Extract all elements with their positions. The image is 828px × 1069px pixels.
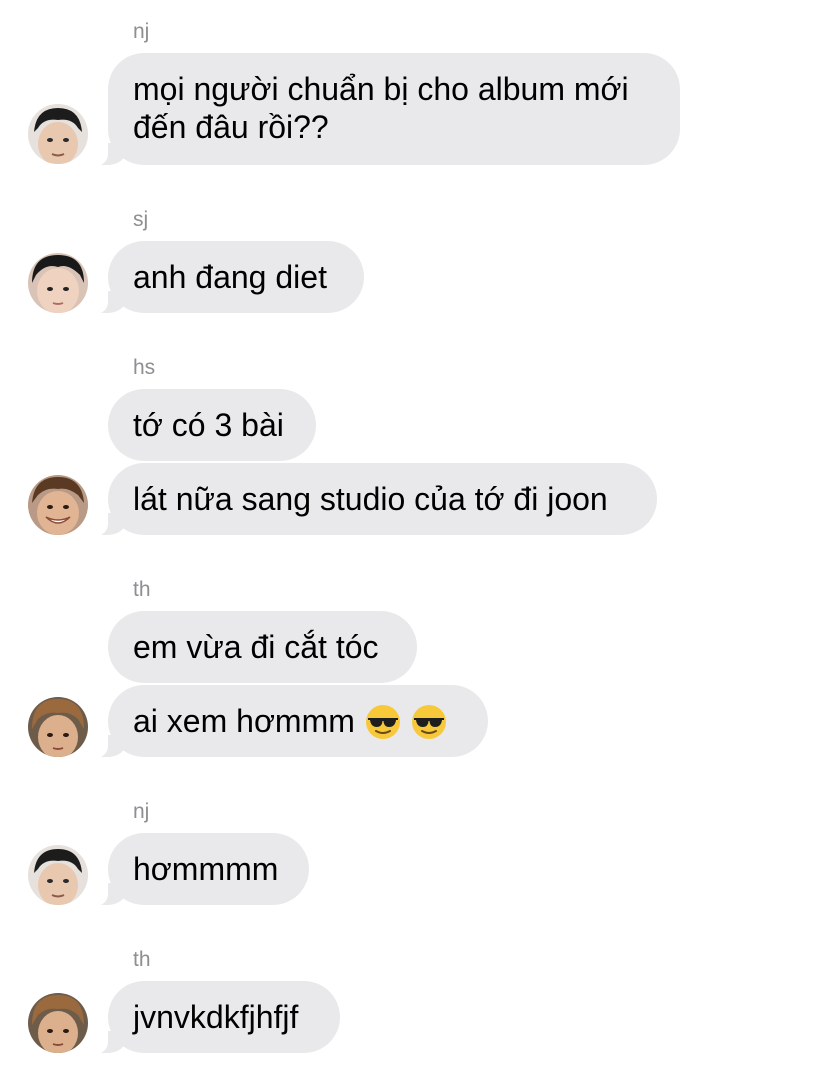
message-text: tớ có 3 bài [133,407,284,443]
message-bubble[interactable]: jvnvkdkfjhfjf [90,981,340,1054]
avatar[interactable] [28,993,88,1053]
avatar[interactable] [28,104,88,164]
profile-photo-icon [28,253,88,313]
sender-name: nj [133,800,150,823]
avatar[interactable] [28,475,88,535]
message-text: jvnvkdkfjhfjf [133,999,299,1035]
message-text: hơmmmm [133,851,279,887]
sender-name: hs [133,356,156,379]
sender-name: th [133,578,151,601]
sender-name: th [133,948,151,971]
message-text: anh đang diet [133,259,327,295]
message-bubble[interactable]: lát nữa sang studio của tớ đi joon [90,463,657,536]
avatar[interactable] [28,697,88,757]
avatar[interactable] [28,253,88,313]
sender-name: sj [133,208,149,231]
profile-photo-icon [28,845,88,905]
message-bubble[interactable]: hơmmmm [90,833,309,906]
profile-photo-icon [28,697,88,757]
message-text: lát nữa sang studio của tớ đi joon [133,481,608,517]
message-bubble[interactable]: em vừa đi cắt tóc [108,611,417,683]
sender-name: nj [133,20,150,43]
profile-photo-icon [28,475,88,535]
message-text-line: đến đâu rồi?? [133,109,329,145]
message-bubble[interactable]: mọi người chuẩn bị cho album mới đến đâu … [90,53,680,166]
sunglasses-emoji-icon [411,704,447,748]
sunglasses-emoji-icon [365,704,401,748]
message-bubble[interactable]: tớ có 3 bài [108,389,316,461]
message-text-line: mọi người chuẩn bị cho album mới [133,71,629,107]
message-text: ai xem hơmmm [133,703,355,739]
profile-photo-icon [28,104,88,164]
profile-photo-icon [28,993,88,1053]
avatar[interactable] [28,845,88,905]
message-bubble[interactable]: anh đang diet [90,241,364,314]
message-text: em vừa đi cắt tóc [133,629,379,665]
message-bubble[interactable]: ai xem hơmmm [90,685,488,758]
